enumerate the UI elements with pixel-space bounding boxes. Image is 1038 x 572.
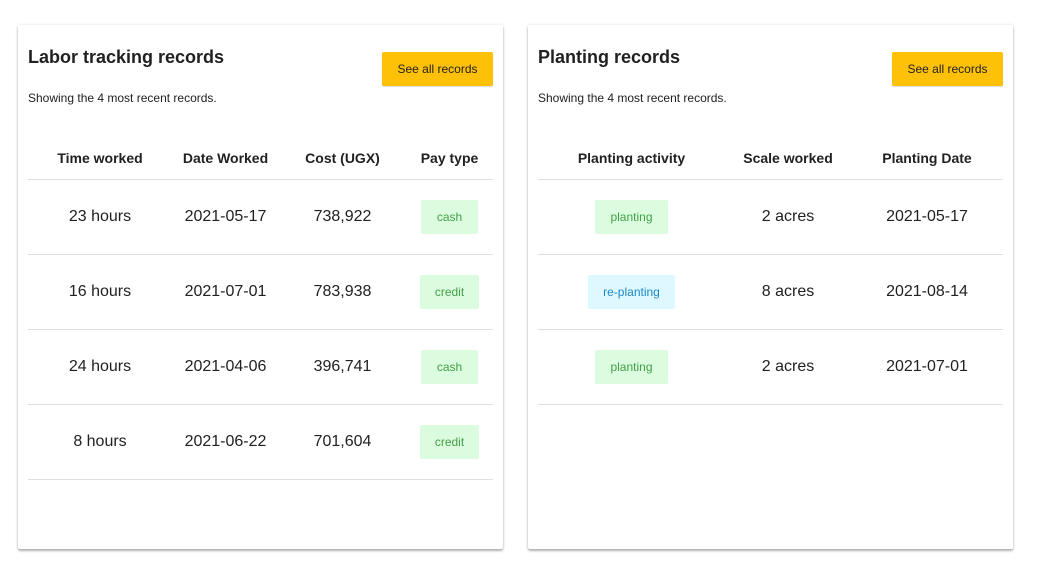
pay-type-chip: cash [420,200,479,234]
table-row[interactable]: 23 hours 2021-05-17 738,922 cash [28,179,493,255]
column-header-time-worked[interactable]: Time worked [28,137,172,180]
cost-cell: 701,604 [279,404,406,480]
planting-activity-cell: re-planting [538,254,725,330]
labor-see-all-button[interactable]: See all records [382,52,493,86]
time-worked-cell: 23 hours [28,179,172,255]
planting-activity-chip: re-planting [588,275,675,309]
labor-table-header-row: Time worked Date Worked Cost (UGX) Pay t… [28,137,493,180]
pay-type-cell: cash [406,329,493,405]
labor-records-card: Labor tracking records Showing the 4 mos… [18,25,503,549]
table-row[interactable]: planting 2 acres 2021-07-01 [538,329,1003,405]
date-worked-cell: 2021-04-06 [172,329,279,405]
column-header-cost[interactable]: Cost (UGX) [279,137,406,180]
planting-date-cell: 2021-08-14 [851,254,1003,330]
date-worked-cell: 2021-07-01 [172,254,279,330]
scale-worked-cell: 8 acres [725,254,851,330]
pay-type-chip: cash [420,350,479,384]
cost-cell: 783,938 [279,254,406,330]
pay-type-chip: credit [419,275,480,309]
pay-type-cell: credit [406,404,493,480]
planting-card-title: Planting records [538,47,681,67]
time-worked-cell: 16 hours [28,254,172,330]
table-row[interactable]: 16 hours 2021-07-01 783,938 credit [28,254,493,330]
labor-card-subtitle: Showing the 4 most recent records. [28,91,217,105]
time-worked-cell: 24 hours [28,329,172,405]
planting-date-cell: 2021-05-17 [851,179,1003,255]
planting-activity-chip: planting [595,350,668,384]
date-worked-cell: 2021-06-22 [172,404,279,480]
column-header-planting-date[interactable]: Planting Date [851,137,1003,180]
scale-worked-cell: 2 acres [725,179,851,255]
table-row[interactable]: planting 2 acres 2021-05-17 [538,179,1003,255]
column-header-pay-type[interactable]: Pay type [406,137,493,180]
planting-activity-cell: planting [538,329,725,405]
date-worked-cell: 2021-05-17 [172,179,279,255]
pay-type-chip: credit [419,425,480,459]
scale-worked-cell: 2 acres [725,329,851,405]
column-header-scale-worked[interactable]: Scale worked [725,137,851,180]
pay-type-cell: credit [406,254,493,330]
cost-cell: 396,741 [279,329,406,405]
planting-activity-cell: planting [538,179,725,255]
time-worked-cell: 8 hours [28,404,172,480]
labor-records-table: Time worked Date Worked Cost (UGX) Pay t… [28,137,493,480]
table-row[interactable]: re-planting 8 acres 2021-08-14 [538,254,1003,330]
table-row[interactable]: 8 hours 2021-06-22 701,604 credit [28,404,493,480]
column-header-planting-activity[interactable]: Planting activity [538,137,725,180]
planting-activity-chip: planting [595,200,668,234]
table-row[interactable]: 24 hours 2021-04-06 396,741 cash [28,329,493,405]
column-header-date-worked[interactable]: Date Worked [172,137,279,180]
planting-table-header-row: Planting activity Scale worked Planting … [538,137,1003,180]
labor-card-title: Labor tracking records [28,47,225,67]
planting-records-card: Planting records Showing the 4 most rece… [528,25,1013,549]
planting-date-cell: 2021-07-01 [851,329,1003,405]
planting-see-all-button[interactable]: See all records [892,52,1003,86]
cost-cell: 738,922 [279,179,406,255]
planting-records-table: Planting activity Scale worked Planting … [538,137,1003,405]
pay-type-cell: cash [406,179,493,255]
planting-card-subtitle: Showing the 4 most recent records. [538,91,727,105]
